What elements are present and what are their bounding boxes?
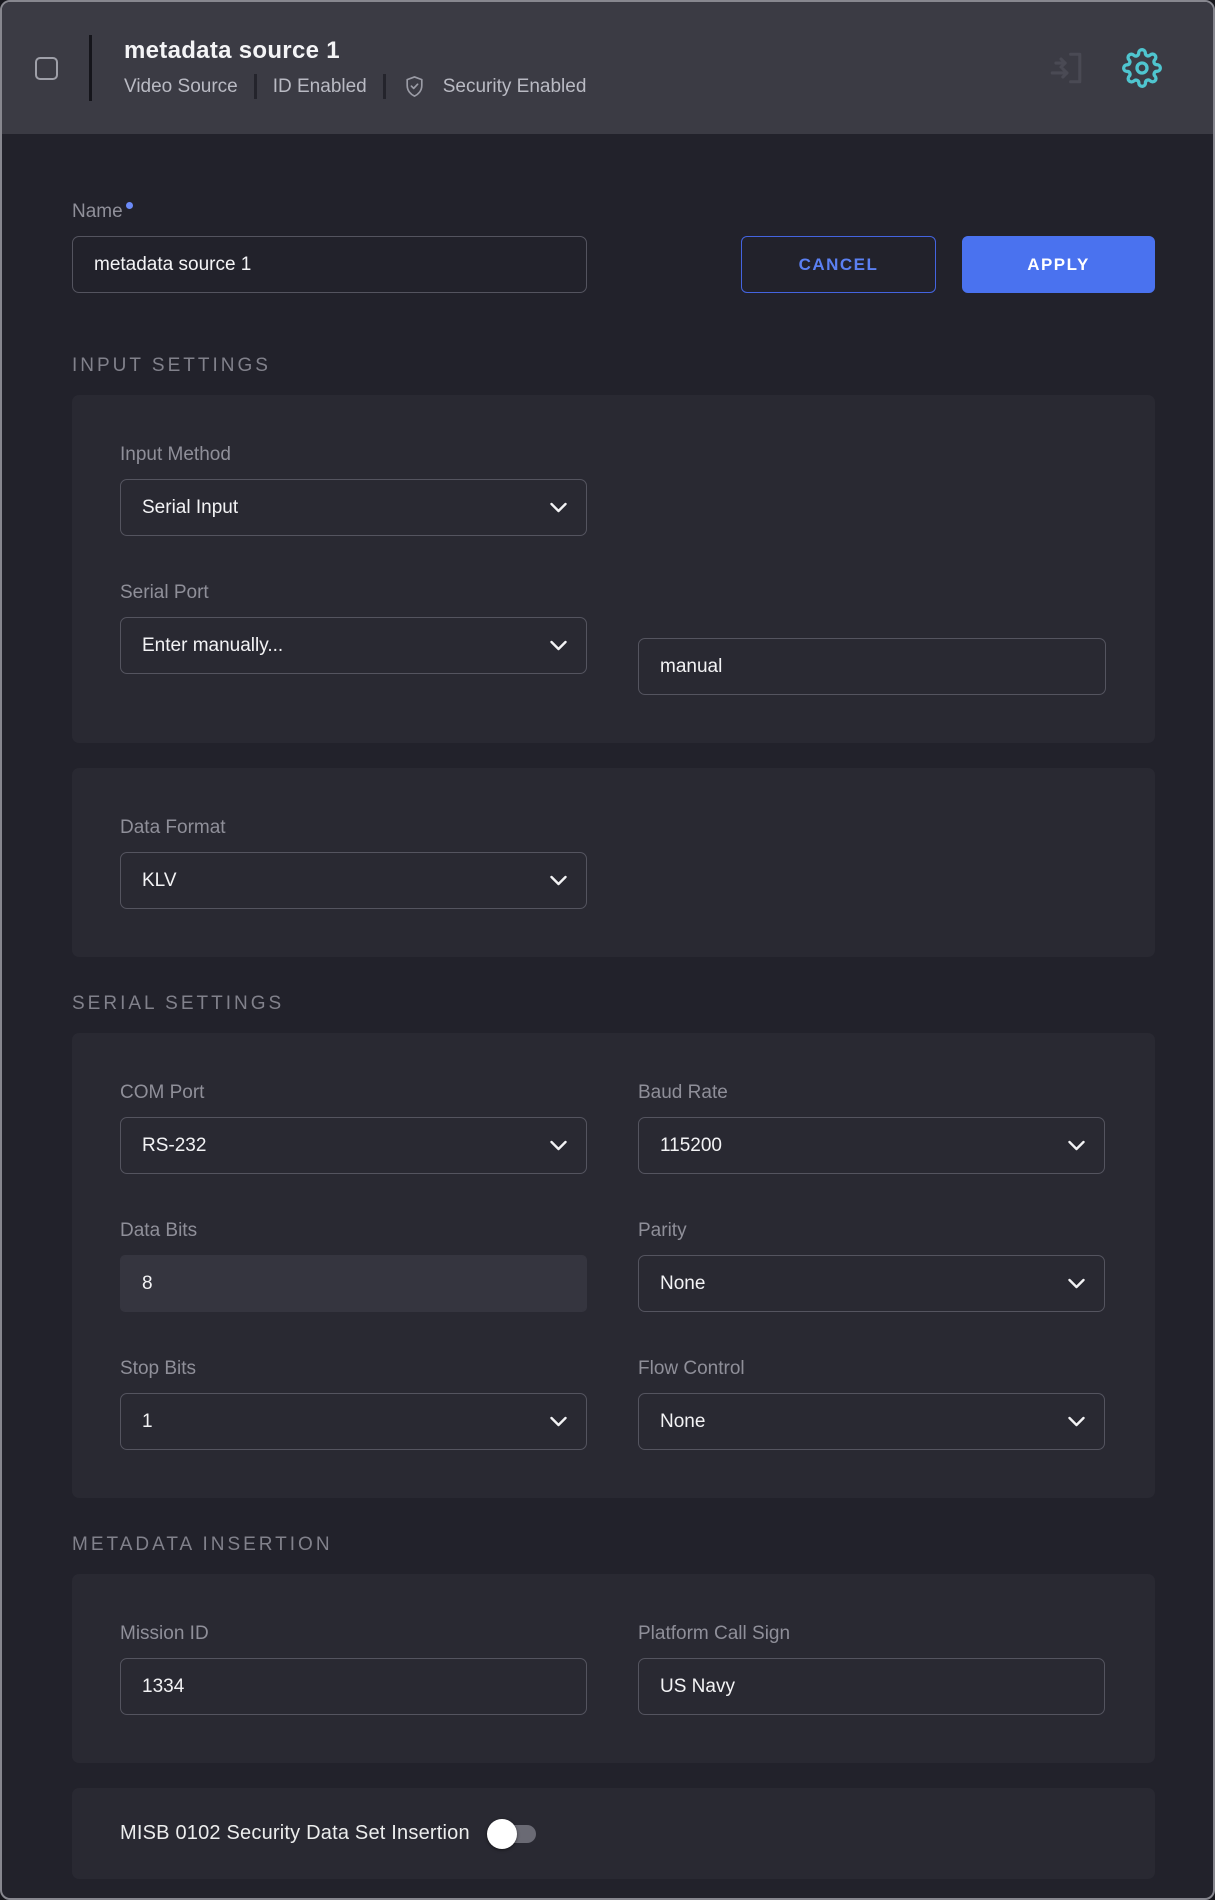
flow-control-label: Flow Control xyxy=(638,1357,1105,1381)
chevron-down-icon xyxy=(1068,1416,1085,1427)
platform-call-sign-input[interactable] xyxy=(638,1658,1105,1715)
serial-port-label: Serial Port xyxy=(120,581,587,605)
misb-toggle-label: MISB 0102 Security Data Set Insertion xyxy=(120,1822,470,1845)
parity-value: None xyxy=(660,1273,705,1295)
input-method-group: Input Method Serial Input xyxy=(120,443,587,536)
stop-bits-value: 1 xyxy=(142,1411,153,1433)
serial-port-manual-group xyxy=(638,626,1106,695)
stop-bits-group: Stop Bits 1 xyxy=(120,1357,587,1450)
serial-port-select[interactable]: Enter manually... xyxy=(120,617,587,674)
chevron-down-icon xyxy=(550,502,567,513)
data-format-label: Data Format xyxy=(120,816,587,840)
toggle-knob xyxy=(487,1819,517,1849)
subtitle-separator xyxy=(254,74,257,99)
subtitle-row: Video Source ID Enabled Security Enabled xyxy=(124,74,586,99)
input-settings-card-2: Data Format KLV xyxy=(72,768,1155,957)
baud-rate-value: 115200 xyxy=(660,1135,722,1157)
serial-settings-card: COM Port RS-232 Baud Rate 115200 Data Bi… xyxy=(72,1033,1155,1498)
name-row: Name CANCEL APPLY xyxy=(72,200,1155,293)
chevron-down-icon xyxy=(550,1416,567,1427)
stop-bits-label: Stop Bits xyxy=(120,1357,587,1381)
misb-toggle-switch[interactable] xyxy=(490,1824,538,1844)
name-input[interactable] xyxy=(72,236,587,293)
serial-port-group: Serial Port Enter manually... xyxy=(120,581,587,695)
panel-body: Name CANCEL APPLY INPUT SETTINGS Input M… xyxy=(2,134,1213,1879)
com-port-value: RS-232 xyxy=(142,1135,206,1157)
mission-id-input[interactable] xyxy=(120,1658,587,1715)
input-method-select[interactable]: Serial Input xyxy=(120,479,587,536)
metadata-source-panel: metadata source 1 Video Source ID Enable… xyxy=(0,0,1215,1900)
platform-call-sign-group: Platform Call Sign xyxy=(638,1622,1105,1715)
action-buttons: CANCEL APPLY xyxy=(741,236,1155,293)
com-port-select[interactable]: RS-232 xyxy=(120,1117,587,1174)
mission-id-group: Mission ID xyxy=(120,1622,587,1715)
misb-toggle-card: MISB 0102 Security Data Set Insertion xyxy=(72,1788,1155,1879)
baud-rate-label: Baud Rate xyxy=(638,1081,1105,1105)
data-bits-label: Data Bits xyxy=(120,1219,587,1243)
page-title: metadata source 1 xyxy=(124,37,586,65)
apply-button[interactable]: APPLY xyxy=(962,236,1155,293)
cancel-button[interactable]: CANCEL xyxy=(741,236,936,293)
section-title-input-settings: INPUT SETTINGS xyxy=(72,355,1155,377)
metadata-insertion-card: Mission ID Platform Call Sign xyxy=(72,1574,1155,1763)
section-title-metadata-insertion: METADATA INSERTION xyxy=(72,1534,1155,1556)
subtitle-separator xyxy=(383,74,386,99)
com-port-label: COM Port xyxy=(120,1081,587,1105)
title-block: metadata source 1 Video Source ID Enable… xyxy=(124,37,586,99)
chevron-down-icon xyxy=(550,640,567,651)
chevron-down-icon xyxy=(1068,1140,1085,1151)
flow-control-value: None xyxy=(660,1411,705,1433)
platform-call-sign-label: Platform Call Sign xyxy=(638,1622,1105,1646)
panel-header: metadata source 1 Video Source ID Enable… xyxy=(2,2,1213,134)
badge-id-enabled: ID Enabled xyxy=(273,76,367,98)
baud-rate-group: Baud Rate 115200 xyxy=(638,1081,1105,1174)
required-dot xyxy=(126,202,133,209)
baud-rate-select[interactable]: 115200 xyxy=(638,1117,1105,1174)
mission-id-label: Mission ID xyxy=(120,1622,587,1646)
select-checkbox[interactable] xyxy=(35,57,58,80)
gear-icon[interactable] xyxy=(1119,45,1165,91)
parity-label: Parity xyxy=(638,1219,1105,1243)
stop-bits-select[interactable]: 1 xyxy=(120,1393,587,1450)
flow-control-group: Flow Control None xyxy=(638,1357,1105,1450)
chevron-down-icon xyxy=(550,1140,567,1151)
section-title-serial-settings: SERIAL SETTINGS xyxy=(72,993,1155,1015)
data-bits-group: Data Bits xyxy=(120,1219,587,1312)
badge-video-source: Video Source xyxy=(124,76,238,98)
data-bits-input xyxy=(120,1255,587,1312)
chevron-down-icon xyxy=(550,875,567,886)
data-format-group: Data Format KLV xyxy=(120,816,587,909)
name-field-group: Name xyxy=(72,200,587,293)
input-settings-card-1: Input Method Serial Input Serial Port En… xyxy=(72,395,1155,743)
com-port-group: COM Port RS-232 xyxy=(120,1081,587,1174)
serial-port-row: Serial Port Enter manually... xyxy=(120,581,1107,695)
parity-select[interactable]: None xyxy=(638,1255,1105,1312)
parity-group: Parity None xyxy=(638,1219,1105,1312)
data-format-value: KLV xyxy=(142,870,177,892)
shield-check-icon xyxy=(402,74,427,99)
input-method-value: Serial Input xyxy=(142,497,238,519)
sign-in-icon[interactable] xyxy=(1043,45,1089,91)
badge-security-enabled: Security Enabled xyxy=(443,76,587,98)
header-divider xyxy=(89,35,92,101)
data-format-select[interactable]: KLV xyxy=(120,852,587,909)
metadata-insertion-grid: Mission ID Platform Call Sign xyxy=(120,1622,1107,1715)
input-method-label: Input Method xyxy=(120,443,587,467)
serial-settings-grid: COM Port RS-232 Baud Rate 115200 Data Bi… xyxy=(120,1081,1107,1450)
flow-control-select[interactable]: None xyxy=(638,1393,1105,1450)
name-label: Name xyxy=(72,200,587,224)
serial-port-value: Enter manually... xyxy=(142,635,283,657)
serial-port-manual-input[interactable] xyxy=(638,638,1106,695)
chevron-down-icon xyxy=(1068,1278,1085,1289)
